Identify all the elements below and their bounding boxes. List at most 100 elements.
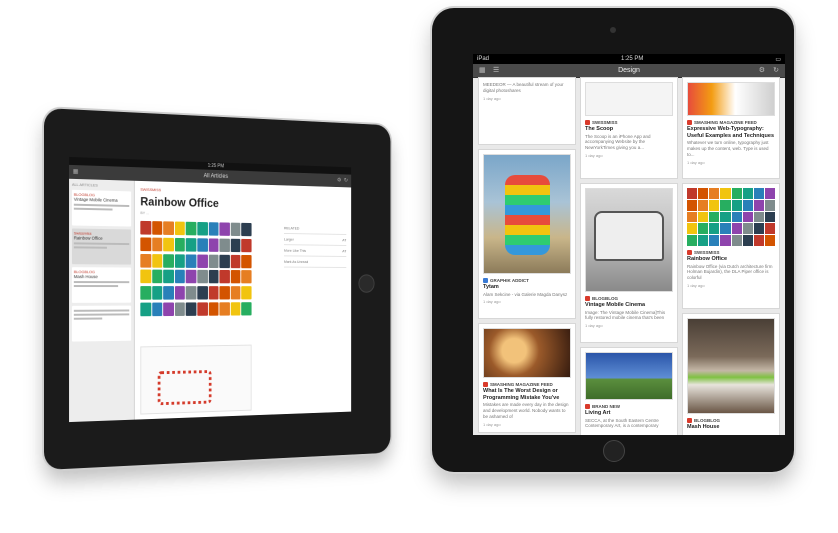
color-chip [709, 223, 720, 235]
color-chip [241, 286, 252, 300]
color-chip [720, 223, 731, 235]
color-chip [720, 235, 731, 246]
color-chip [186, 254, 197, 268]
card-photo [483, 328, 571, 378]
color-chip [151, 237, 163, 252]
color-chip [698, 223, 709, 235]
color-chip [219, 270, 230, 284]
card-age: 1 day ago [585, 323, 603, 329]
color-chip [687, 235, 698, 246]
camera-dot [610, 27, 616, 33]
color-chip [186, 302, 197, 317]
card-photo [483, 154, 571, 274]
article-card[interactable]: SMASHING MAGAZINE FEED What Is The Worst… [479, 324, 575, 432]
color-chip [230, 286, 241, 300]
right-nav-bar: ▦ ☰ Design ⚙ ↻ [473, 64, 785, 78]
list-item-title: Rainbow Office [73, 235, 103, 241]
card-age: 1 day ago [483, 421, 501, 427]
card-text: The Scoop is an iPhone App and accompany… [585, 133, 651, 151]
color-chip [687, 188, 698, 199]
right-home-button[interactable] [603, 440, 625, 462]
sidebar-row[interactable]: Larger AT [284, 233, 347, 246]
card-text: Rainbow Office (via Dutch architecture f… [687, 263, 773, 281]
settings-icon[interactable]: ⚙ [759, 66, 765, 74]
color-chip [219, 302, 230, 316]
list-item[interactable]: BLOGBLOG Vintage Mobile Cinema [71, 189, 132, 227]
color-chip [742, 211, 753, 223]
list-item[interactable]: Swissmiss Rainbow Office [71, 228, 132, 265]
card-text: Alam Sekcine - via Galerie Magda Danysz [483, 291, 568, 297]
color-chip [219, 222, 230, 236]
color-chip [731, 199, 742, 211]
left-home-button[interactable] [358, 274, 375, 293]
color-chip [230, 238, 241, 252]
card-title: Living Art [585, 410, 611, 416]
article-card[interactable]: BRAND NEW Living Art SECCA, at the South… [581, 348, 677, 435]
color-chip [764, 188, 775, 199]
section-title: Design [618, 67, 640, 74]
grid-icon[interactable]: ▦ [73, 168, 78, 175]
card-text: SECCA, at the South Eastern Centre Conte… [585, 417, 659, 429]
color-chip [742, 199, 753, 211]
list-item-title: Vintage Mobile Cinema [73, 196, 118, 203]
card-title: What Is The Worst Design or Programming … [483, 388, 560, 401]
color-chip [698, 235, 709, 246]
color-chip [698, 211, 709, 223]
color-chip [186, 286, 197, 300]
color-chip [241, 302, 252, 316]
card-photo [585, 352, 673, 400]
color-chip [197, 302, 208, 316]
card-age: 1 day ago [687, 283, 705, 289]
grid-icon[interactable]: ▦ [479, 66, 486, 74]
color-chip [163, 302, 174, 317]
color-chip [151, 221, 163, 235]
color-chip [720, 188, 731, 199]
color-chip [163, 286, 174, 300]
card-age: 1 day ago [687, 159, 705, 165]
card-title: Vintage Mobile Cinema [585, 302, 646, 308]
article-card[interactable]: BLOGBLOG Mash House [683, 314, 779, 435]
refresh-icon[interactable]: ↻ [344, 177, 348, 184]
list-item[interactable] [71, 305, 132, 342]
article-card[interactable]: SWISSMISS The Scoop The Scoop is an iPho… [581, 78, 677, 178]
product-showcase: 1:25 PM ▦ All Articles ⚙ ↻ ALL ARTICLES … [0, 0, 838, 533]
article-card[interactable]: SMASHING MAGAZINE FEED Expressive Web-Ty… [683, 78, 779, 178]
battery-icon: ▭ [775, 56, 781, 63]
article-card[interactable]: SWISSMISS Rainbow Office Rainbow Office … [683, 184, 779, 308]
list-icon[interactable]: ☰ [493, 66, 499, 74]
color-chip [219, 286, 230, 300]
left-nav-title: All Articles [203, 173, 229, 180]
color-chip [709, 211, 720, 223]
color-chip [174, 221, 186, 236]
color-chip [140, 286, 151, 301]
card-source: BLOGBLOG [694, 418, 720, 423]
article-sidebar: RELATED Larger AT More Like This AT Mark A… [284, 222, 347, 268]
color-chip [230, 254, 241, 268]
article-card[interactable]: BLOGBLOG Vintage Mobile Cinema Image: Th… [581, 184, 677, 342]
rainbow-chips-image [140, 220, 252, 318]
color-chip [197, 254, 208, 268]
sidebar-row[interactable]: More Like This AT [284, 245, 347, 257]
article-card[interactable]: GRAPHIK ADDICT Tytam Alam Sekcine - via … [479, 150, 575, 318]
color-chip [151, 302, 163, 317]
refresh-icon[interactable]: ↻ [773, 66, 779, 74]
color-chip [174, 270, 186, 284]
card-age: 1 day ago [483, 299, 501, 305]
color-chip [186, 237, 197, 252]
list-item[interactable]: BLOGBLOG Mash House [71, 267, 132, 303]
color-chip [163, 270, 174, 284]
color-chip [764, 235, 775, 246]
card-title: Tytam [483, 284, 499, 290]
status-time: 1:25 PM [620, 56, 644, 62]
right-ipad-device: iPad 1:25 PM ▭ ▦ ☰ Design ⚙ ↻ MEEDEOR — … [432, 8, 794, 472]
color-chip [208, 222, 219, 236]
color-chip [753, 211, 764, 223]
settings-icon[interactable]: ⚙ [337, 177, 341, 184]
card-source: SWISSMISS [592, 120, 618, 125]
sidebar-row[interactable]: Mark As Unread [284, 256, 347, 268]
card-title: Rainbow Office [687, 256, 728, 262]
article-card[interactable]: MEEDEOR — A beautiful stream of your dig… [479, 78, 575, 144]
left-ipad-device: 1:25 PM ▦ All Articles ⚙ ↻ ALL ARTICLES … [44, 108, 391, 470]
color-chip [753, 223, 764, 235]
color-chip [742, 188, 753, 199]
